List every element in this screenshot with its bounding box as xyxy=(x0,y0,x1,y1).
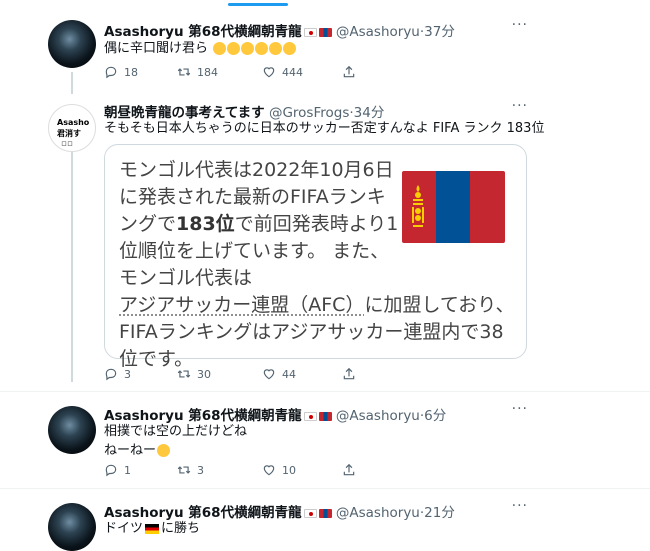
more-icon[interactable]: ··· xyxy=(512,17,528,33)
tweet-actions: 18 184 444 xyxy=(104,65,364,81)
tweet-text: 相撲では空の上だけどね ねーねー xyxy=(104,422,247,460)
tweet-text-content: に勝ち xyxy=(161,521,201,536)
retweet-button[interactable]: 3 xyxy=(177,463,204,477)
share-icon xyxy=(343,65,355,78)
card-line: ングで xyxy=(119,213,177,235)
retweet-icon xyxy=(177,370,191,378)
tweet-actions: 3 30 44 xyxy=(104,367,364,383)
smirk-emoji-icon xyxy=(227,42,241,55)
more-icon[interactable]: ··· xyxy=(512,401,528,417)
card-line: FIFAランキングはアジアサッカー連盟内で38 xyxy=(119,321,504,343)
timestamp[interactable]: 21分 xyxy=(424,505,455,521)
tweet[interactable]: Asashoryu 第68代横綱朝青龍 @Asashoryu·6分 ··· 相撲… xyxy=(0,392,650,488)
tweet-header: Asashoryu 第68代横綱朝青龍 @Asashoryu·37分 xyxy=(104,24,455,40)
smirk-emoji-icon xyxy=(283,42,297,55)
like-count: 44 xyxy=(282,367,296,381)
smirk-emoji-icon xyxy=(269,42,283,55)
tweet-text: 偶に辛口聞け君ら xyxy=(104,39,297,58)
card-line: に加盟しており、 xyxy=(364,294,515,316)
smirk-emoji-icon xyxy=(157,444,171,457)
germany-flag-icon xyxy=(145,523,160,534)
like-count: 10 xyxy=(282,463,296,477)
avatar[interactable]: Asasho 君消す ロロ xyxy=(48,104,96,152)
reply-icon xyxy=(105,464,117,477)
timestamp[interactable]: 6分 xyxy=(424,408,446,424)
share-button[interactable] xyxy=(342,463,362,477)
tweet-text: そもそも日本人ちゃうのに日本のサッカー否定すんなよ FIFA ランク 183位 xyxy=(104,121,545,136)
tweet-text: ドイツ に勝ち xyxy=(104,519,200,538)
tweet-header: 朝昼晩青龍の事考えてます @GrosFrogs·34分 xyxy=(104,105,385,121)
avatar-subtext: ロロ xyxy=(61,141,74,148)
retweet-count: 30 xyxy=(197,367,211,381)
retweet-count: 3 xyxy=(197,463,204,477)
like-icon xyxy=(263,369,275,380)
tweet-text-content: ねーねー xyxy=(104,443,157,458)
share-button[interactable] xyxy=(342,65,362,79)
card-line: で前回発表時より1 xyxy=(234,213,399,235)
card-highlight: 183位 xyxy=(176,213,235,235)
like-icon xyxy=(263,67,275,78)
tweet-text-content: ドイツ xyxy=(104,521,144,536)
avatar[interactable] xyxy=(48,20,96,68)
mongolia-flag-icon xyxy=(318,411,332,421)
avatar[interactable] xyxy=(48,503,96,551)
card-line: に発表された最新のFIFAランキ xyxy=(119,186,386,208)
like-count: 444 xyxy=(282,65,303,79)
avatar-text: Asasho 君消す xyxy=(57,118,90,138)
japan-flag-icon xyxy=(303,27,317,37)
retweet-icon xyxy=(177,68,191,76)
card-link[interactable]: アジアサッカー連盟（AFC） xyxy=(119,294,364,316)
timestamp[interactable]: 37分 xyxy=(424,24,455,40)
reply-icon xyxy=(105,368,117,381)
retweet-count: 184 xyxy=(197,65,218,79)
mongolia-flag-icon xyxy=(318,508,332,518)
reply-count: 3 xyxy=(124,367,131,381)
card-line: 位順位を上げています。 また、 xyxy=(119,240,390,262)
japan-flag-icon xyxy=(303,411,317,421)
soyombo-symbol-icon xyxy=(412,185,424,227)
retweet-icon xyxy=(177,466,191,474)
like-button[interactable]: 44 xyxy=(262,367,296,381)
mongolia-flag-icon xyxy=(318,27,332,37)
share-icon xyxy=(343,367,355,380)
card-line: モンゴル代表は xyxy=(119,267,253,289)
reply-button[interactable]: 3 xyxy=(104,367,131,381)
tweet-header: Asashoryu 第68代横綱朝青龍 @Asashoryu·21分 xyxy=(104,505,455,521)
tweet[interactable]: Asashoryu 第68代横綱朝青龍 @Asashoryu·21分 ··· ド… xyxy=(0,489,650,551)
smirk-emoji-icon xyxy=(213,42,227,55)
retweet-button[interactable]: 184 xyxy=(177,65,218,79)
tweet-text-line: ねーねー xyxy=(104,441,247,460)
like-button[interactable]: 444 xyxy=(262,65,303,79)
share-icon xyxy=(343,463,355,476)
reply-button[interactable]: 1 xyxy=(104,463,131,477)
tweet-text-line: 相撲では空の上だけどね xyxy=(104,424,248,439)
share-button[interactable] xyxy=(342,367,362,381)
handle[interactable]: @Asashoryu xyxy=(336,505,420,521)
mongolia-flag-icon xyxy=(402,171,505,243)
quoted-image-card[interactable]: モンゴル代表は2022年10月6日 に発表された最新のFIFAランキ ングで18… xyxy=(104,144,527,370)
tweet-text-content: 偶に辛口聞け君ら xyxy=(104,41,209,56)
like-icon xyxy=(263,465,275,476)
tweet[interactable]: Asashoryu 第68代横綱朝青龍 @Asashoryu·37分 ··· 偶… xyxy=(0,0,650,96)
handle[interactable]: @Asashoryu xyxy=(336,408,420,424)
tweet-header: Asashoryu 第68代横綱朝青龍 @Asashoryu·6分 xyxy=(104,408,447,424)
japan-flag-icon xyxy=(303,508,317,518)
display-name[interactable]: Asashoryu 第68代横綱朝青龍 xyxy=(104,24,302,40)
like-button[interactable]: 10 xyxy=(262,463,296,477)
more-icon[interactable]: ··· xyxy=(512,98,528,114)
tweet-actions: 1 3 10 xyxy=(104,463,364,479)
smirk-emoji-icon xyxy=(241,42,255,55)
card-line: モンゴル代表は2022年10月6日 xyxy=(119,159,394,181)
avatar[interactable] xyxy=(48,406,96,454)
handle[interactable]: @Asashoryu xyxy=(336,24,420,40)
reply-icon xyxy=(105,66,117,79)
smirk-emoji-icon xyxy=(255,42,269,55)
reply-count: 18 xyxy=(124,65,138,79)
more-icon[interactable]: ··· xyxy=(512,498,528,514)
reply-button[interactable]: 18 xyxy=(104,65,138,79)
reply-count: 1 xyxy=(124,463,131,477)
retweet-button[interactable]: 30 xyxy=(177,367,211,381)
